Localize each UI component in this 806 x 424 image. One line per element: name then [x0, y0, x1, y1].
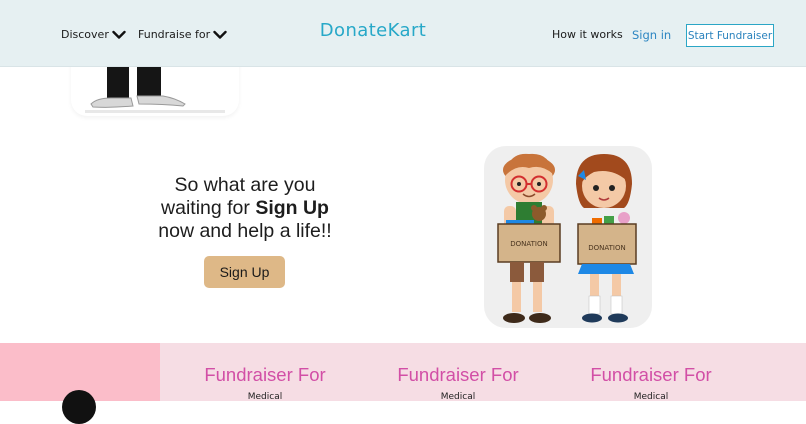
signup-line-1: So what are you: [174, 174, 316, 196]
donation-kids-illustration: DONATION DONATION: [484, 146, 652, 328]
signup-line-3: now and help a life!!: [158, 220, 332, 242]
signup-line-2: waiting for Sign Up: [161, 197, 329, 219]
fundraiser-card-title: Fundraiser For: [397, 364, 519, 385]
sign-in-link[interactable]: Sign in: [632, 28, 671, 42]
top-navbar: Discover Fundraise for DonateKart How it…: [0, 0, 806, 67]
avatar: [62, 390, 96, 424]
fundraiser-card-medical[interactable]: Fundraiser For Medical: [581, 364, 721, 402]
fundraiser-card-medical[interactable]: Fundraiser For Medical: [195, 364, 335, 402]
donation-box-label: DONATION: [588, 244, 625, 252]
hero-image-fragment: [71, 60, 239, 116]
fundraiser-card-medical[interactable]: Fundraiser For Medical: [388, 364, 528, 402]
how-it-works-link[interactable]: How it works: [552, 28, 623, 41]
fundraiser-card-title: Fundraiser For: [590, 364, 712, 385]
signup-message: So what are you waiting for Sign Up now …: [130, 174, 360, 243]
signup-emphasis: Sign Up: [255, 197, 329, 219]
start-fundraiser-button[interactable]: Start Fundraiser: [686, 24, 774, 47]
fundraiser-card-title: Fundraiser For: [204, 364, 326, 385]
donation-box-label: DONATION: [510, 240, 547, 248]
sign-up-button[interactable]: Sign Up: [204, 256, 285, 288]
